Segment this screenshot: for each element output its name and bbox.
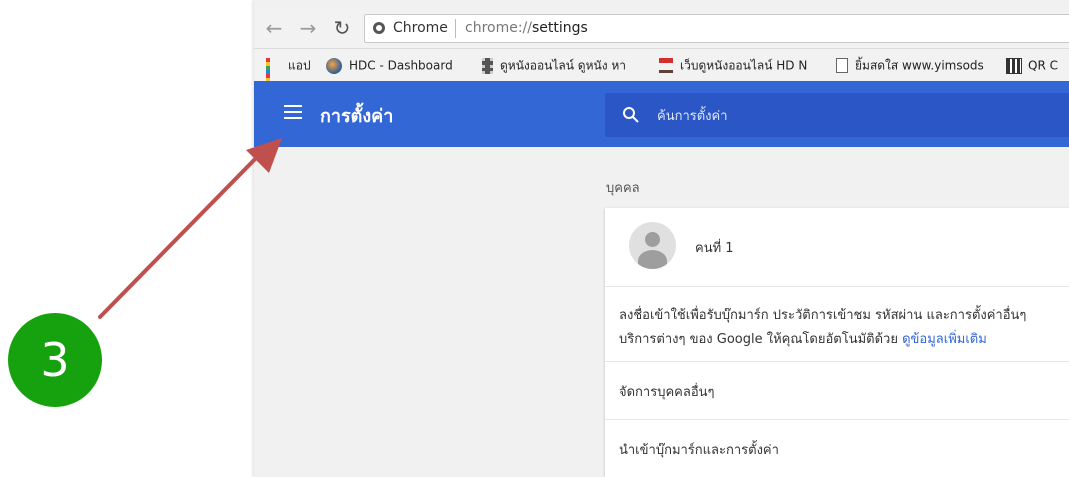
annotation-arrow	[98, 138, 282, 319]
step-number-badge: 3	[8, 313, 102, 407]
